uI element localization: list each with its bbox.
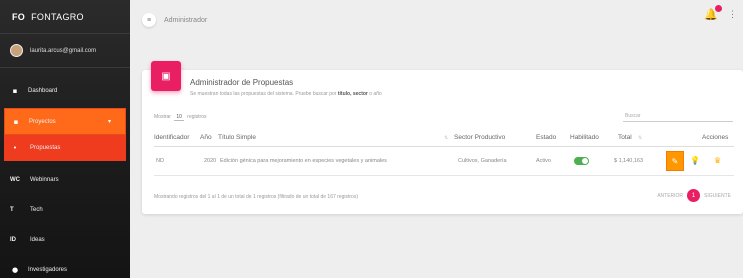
- page-size-suffix: registros: [187, 114, 207, 120]
- column-header-total[interactable]: Total: [618, 134, 632, 141]
- column-header-ano[interactable]: Año: [200, 134, 212, 141]
- dashboard-icon: ▪: [12, 87, 18, 95]
- search-input[interactable]: Buscar: [623, 110, 733, 122]
- brand-name: FONTAGRO: [31, 11, 84, 22]
- topbar: ≡ Administrador 🔔 ⋮: [130, 0, 743, 40]
- sidebar-item-propuestas[interactable]: • Propuestas: [4, 135, 126, 161]
- lightbulb-icon[interactable]: 💡: [690, 156, 700, 165]
- sidebar-item-label: Propuestas: [30, 145, 61, 151]
- cell-status: Activo: [536, 158, 551, 164]
- column-header-habilitado[interactable]: Habilitado: [570, 134, 599, 141]
- column-header-acciones: Acciones: [702, 134, 729, 141]
- card-title: Administrador de Propuestas: [190, 78, 294, 87]
- cell-title: Edición génica para mejoramiento en espe…: [220, 158, 387, 164]
- dot-icon: •: [12, 144, 18, 152]
- column-header-identificador[interactable]: Identificador: [154, 134, 189, 141]
- cell-total: $ 1,140,163: [614, 158, 644, 164]
- account-circle-icon: ●: [11, 266, 19, 274]
- sidebar-item-abbr: ID: [10, 237, 16, 243]
- card-subtitle-bold: título, sector: [337, 91, 368, 97]
- cell-id: ND: [156, 158, 164, 164]
- notifications-button[interactable]: 🔔: [704, 5, 722, 21]
- enabled-toggle[interactable]: [574, 157, 589, 165]
- topbar-icons: 🔔 ⋮: [704, 5, 737, 21]
- table-header: Identificador Año Título Simple ⇅ Sector…: [154, 131, 734, 147]
- card-subtitle-prefix: Se muestran todas las propuestas del sis…: [190, 91, 337, 97]
- cell-sector: Cultivos, Ganadería: [458, 158, 507, 164]
- crown-icon[interactable]: ♛: [714, 156, 721, 165]
- user-profile[interactable]: laurita.arcus@gmail.com: [0, 34, 130, 68]
- sidebar-item-label: Tech: [30, 207, 43, 213]
- page-size-select[interactable]: 10: [174, 114, 184, 121]
- brand-abbr: FO: [12, 11, 26, 22]
- pagination-next[interactable]: SIGUIENTE: [704, 193, 731, 199]
- page-title: Administrador: [164, 16, 208, 24]
- sort-icon: ⇅: [444, 135, 449, 141]
- chevron-down-icon: ▾: [107, 119, 111, 125]
- sort-icon: ⇅: [638, 135, 643, 141]
- sidebar-item-label: Proyectos: [29, 118, 56, 125]
- menu-toggle-button[interactable]: ≡: [142, 13, 156, 27]
- sidebar-item-abbr: T: [10, 207, 14, 213]
- column-header-sector[interactable]: Sector Productivo: [454, 134, 505, 141]
- account-menu-icon[interactable]: ⋮: [728, 9, 737, 20]
- sidebar-item-tech[interactable]: T Tech: [0, 197, 130, 223]
- sidebar-item-label: Investigadores: [28, 267, 68, 273]
- pagination-prev[interactable]: ANTERIOR: [657, 193, 683, 199]
- cell-year: 2020: [204, 158, 217, 164]
- pagination-page-1[interactable]: 1: [687, 189, 701, 202]
- sidebar-item-label: Dashboard: [28, 88, 58, 94]
- brand[interactable]: FO FONTAGRO: [0, 0, 130, 34]
- sidebar-item-label: Ideas: [30, 237, 45, 243]
- sidebar-item-proyectos[interactable]: ▪ Proyectos ▾: [4, 108, 126, 135]
- column-header-titulo[interactable]: Título Simple: [218, 134, 256, 141]
- proposals-card-icon: ▣: [151, 61, 181, 91]
- pencil-icon: ✎: [671, 156, 679, 166]
- sidebar-item-ideas[interactable]: ID Ideas: [0, 227, 130, 253]
- page-size-prefix: Mostrar: [154, 114, 171, 120]
- sidebar-item-abbr: WC: [10, 177, 20, 183]
- table-info: Mostrando registros del 1 al 1 de un tot…: [154, 194, 359, 200]
- pagination: ANTERIOR 1 SIGUIENTE: [657, 189, 731, 202]
- sidebar-item-webinnars[interactable]: WC Webinnars: [0, 167, 130, 193]
- user-email: laurita.arcus@gmail.com: [30, 47, 97, 54]
- card-subtitle: Se muestran todas las propuestas del sis…: [190, 91, 382, 97]
- proposals-card: ▣ Administrador de Propuestas Se muestra…: [142, 61, 743, 214]
- card-subtitle-suffix: o año: [369, 91, 382, 97]
- sidebar-item-dashboard[interactable]: ▪ Dashboard: [0, 78, 130, 104]
- app-root: FO FONTAGRO laurita.arcus@gmail.com ▪ Da…: [0, 0, 743, 278]
- sidebar: FO FONTAGRO laurita.arcus@gmail.com ▪ Da…: [0, 0, 130, 278]
- sidebar-item-label: Webinnars: [30, 177, 59, 183]
- notification-badge: [715, 5, 722, 12]
- table-row: ND 2020 Edición génica para mejoramiento…: [154, 148, 734, 176]
- page-size-control: Mostrar 10 registros: [154, 114, 207, 121]
- edit-button[interactable]: ✎: [666, 151, 684, 171]
- column-header-estado[interactable]: Estado: [536, 134, 556, 141]
- folder-icon: ▪: [13, 117, 19, 126]
- sidebar-item-investigadores[interactable]: ● Investigadores: [0, 257, 130, 278]
- avatar: [10, 44, 23, 57]
